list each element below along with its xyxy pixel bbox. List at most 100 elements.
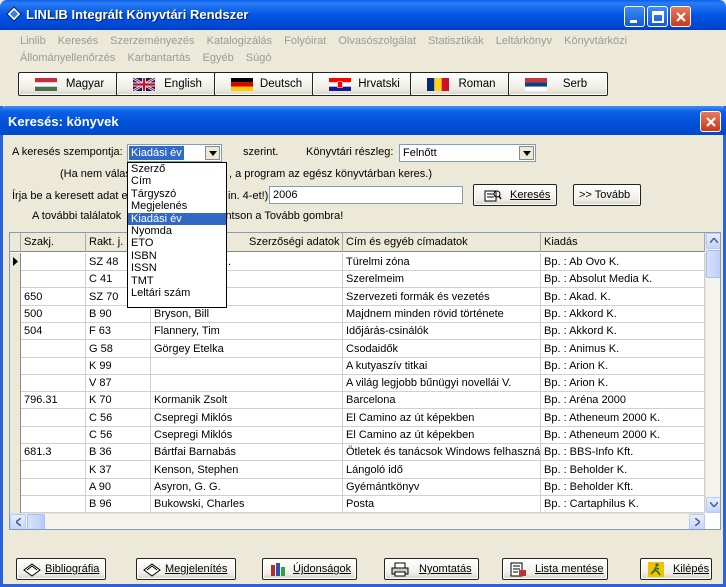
dropdown-option[interactable]: Leltári szám	[128, 287, 226, 299]
lang-deutsch-button[interactable]: Deutsch	[214, 72, 314, 96]
search-query-value: 2006	[273, 189, 298, 201]
save-list-label: Lista mentése	[535, 563, 604, 575]
criterion-select[interactable]: Kiadási év	[127, 144, 222, 162]
table-row[interactable]: SZ 48Ervin Lászla, R.Türelmi zónaBp. : A…	[10, 253, 705, 271]
horizontal-scrollbar[interactable]	[10, 513, 705, 529]
search-close-button[interactable]	[700, 111, 721, 132]
vertical-scroll-thumb[interactable]	[706, 250, 720, 278]
lang-label: Roman	[458, 78, 496, 90]
vertical-scrollbar[interactable]	[705, 233, 720, 513]
table-row[interactable]: V 87 A világ legjobb bűnügyi novellái V. B…	[10, 374, 705, 393]
lang-serb-button[interactable]: Serb	[508, 72, 608, 96]
close-icon	[676, 12, 686, 22]
print-button[interactable]: Nyomtatás	[384, 558, 479, 580]
criterion-dropdown-button[interactable]	[205, 146, 220, 160]
next-button[interactable]: >> Tovább	[573, 184, 641, 206]
bibliography-button[interactable]: Bibliográfia	[16, 558, 106, 580]
display-button[interactable]: Megjelenítés	[136, 558, 236, 580]
menu-karbantartas[interactable]: Karbantartás	[127, 52, 190, 64]
scroll-right-button[interactable]	[689, 514, 705, 529]
header-szakj[interactable]: Szakj.	[21, 233, 86, 252]
menu-allomanyellenorzes[interactable]: Állományellenőrzés	[20, 52, 115, 64]
cell-szakj	[21, 460, 86, 479]
bibliography-icon	[23, 563, 41, 577]
criterion-dropdown-list[interactable]: Szerző Cím Tárgyszó Megjelenés Kiadási év Nyo…	[127, 162, 227, 308]
menu-leltarkonyv[interactable]: Leltárkönyv	[496, 35, 552, 47]
cell-kiadas: Bp. : Atheneum 2000 K.	[541, 426, 705, 444]
save-list-icon	[510, 562, 526, 577]
horizontal-scroll-thumb[interactable]	[27, 514, 45, 529]
section-value: Felnőtt	[403, 147, 437, 159]
header-cim[interactable]: Cím és egyéb címadatok	[343, 233, 541, 252]
next-button-label: >> Tovább	[579, 189, 631, 201]
bibliography-label: Bibliográfia	[45, 563, 100, 575]
table-row[interactable]: G 58 Görgey Etelka Csodaidők Bp. : Animus K…	[10, 339, 705, 358]
dropdown-option[interactable]: ISSN	[128, 262, 226, 274]
cell-szerzo: Kormanik Zsolt	[151, 391, 343, 410]
menu-sugo[interactable]: Súgó	[246, 52, 272, 64]
menu-katalogizalas[interactable]: Katalogizálás	[207, 35, 272, 47]
section-dropdown-button[interactable]	[519, 146, 534, 160]
search-button[interactable]: Keresés	[473, 184, 557, 206]
exit-button[interactable]: Kilépés	[640, 558, 712, 580]
lang-hrvatski-button[interactable]: Hrvatski	[312, 72, 412, 96]
results-table[interactable]: Szakj. Rakt. j. Szerzőségi adatok Cím és…	[9, 232, 721, 530]
menu-kereses[interactable]: Keresés	[58, 35, 98, 47]
lang-magyar-button[interactable]: Magyar	[18, 72, 118, 96]
section-select[interactable]: Felnőtt	[399, 144, 536, 162]
lang-roman-button[interactable]: Roman	[410, 72, 510, 96]
news-button[interactable]: Újdonságok	[262, 558, 357, 580]
dropdown-option[interactable]: Megjelenés	[128, 200, 226, 212]
search-query-input[interactable]: 2006	[269, 186, 463, 204]
dropdown-option[interactable]: Cím	[128, 175, 226, 187]
table-row[interactable]: 504 F 63 Flannery, Tim Időjárás-csinálók Bp.…	[10, 322, 705, 341]
table-row[interactable]: K 99 A kutyaszív titkai Bp. : Arion K.	[10, 356, 705, 375]
cell-szakj	[21, 356, 86, 375]
table-row[interactable]: 796.31 K 70 Kormanik Zsolt Barcelona Bp. : A…	[10, 391, 705, 410]
table-row[interactable]: K 37 Kenson, Stephen Lángoló idő Bp. : Beho…	[10, 460, 705, 479]
display-label: Megjelenítés	[165, 563, 228, 575]
menu-konyvtarkozi[interactable]: Könyvtárközi	[564, 35, 627, 47]
dropdown-option[interactable]: TMT	[128, 275, 226, 287]
maximize-button[interactable]	[647, 6, 668, 27]
cell-cim: Időjárás-csinálók	[343, 322, 541, 341]
close-button[interactable]	[670, 6, 691, 27]
menu-szerzemenyezes[interactable]: Szerzeményezés	[110, 35, 194, 47]
row-indicator	[10, 460, 21, 479]
table-row[interactable]: A 90 Asyron, G. G. Gyémántkönyv Bp. : Behol…	[10, 477, 705, 496]
dropdown-option[interactable]: Kiadási év	[128, 212, 226, 225]
chevron-down-icon	[523, 151, 531, 156]
save-list-button[interactable]: Lista mentése	[502, 558, 608, 580]
dropdown-option[interactable]: Nyomda	[128, 225, 226, 237]
menu-olvasoszolgalat[interactable]: Olvasószolgálat	[338, 35, 416, 47]
cell-szerzo	[151, 374, 343, 393]
cell-kiadas: Bp. : Beholder Kft.	[541, 477, 705, 496]
scroll-left-button[interactable]	[10, 514, 26, 529]
menu-egyeb[interactable]: Egyéb	[203, 52, 234, 64]
dropdown-option[interactable]: ISBN	[128, 250, 226, 262]
menu-statisztikak[interactable]: Statisztikák	[428, 35, 484, 47]
dropdown-option[interactable]: Szerző	[128, 163, 226, 175]
scroll-down-button[interactable]	[706, 497, 720, 513]
table-row[interactable]: 500 B 90 Bryson, Bill Majdnem minden rövid …	[10, 304, 705, 323]
cell-szerzo: Flannery, Tim	[151, 322, 343, 341]
lang-english-button[interactable]: English	[116, 72, 216, 96]
lang-label: Hrvatski	[358, 78, 400, 90]
table-row[interactable]: B 96 Bukowski, Charles Posta Bp. : Cartaphi…	[10, 495, 705, 514]
table-row[interactable]: C 56 Csepregi Miklós El Camino az út képek…	[10, 426, 705, 444]
dropdown-option[interactable]: Tárgyszó	[128, 188, 226, 200]
table-row[interactable]: C 41 Szerelmeim Bp. : Absolut Media K.	[10, 270, 705, 289]
exit-icon	[648, 562, 664, 577]
table-row[interactable]: 681.3 B 36 Bártfai Barnabás Ötletek és taná…	[10, 443, 705, 462]
scroll-up-button[interactable]	[706, 233, 720, 249]
search-window: Keresés: könyvek A keresés szempontja: K…	[0, 106, 726, 587]
menu-linlib[interactable]: Linlib	[20, 35, 46, 47]
cell-szakj	[21, 477, 86, 496]
minimize-button[interactable]	[624, 6, 645, 27]
cell-kiadas: Bp. : Arion K.	[541, 374, 705, 393]
table-row[interactable]: C 56 Csepregi Miklós El Camino az út képek…	[10, 408, 705, 427]
header-kiadas[interactable]: Kiadás	[541, 233, 705, 252]
dropdown-option[interactable]: ETO	[128, 237, 226, 249]
table-row[interactable]: 650 SZ 70 Szervezeti formák és vezetés Bp. …	[10, 287, 705, 306]
menu-folyoirat[interactable]: Folyóirat	[284, 35, 326, 47]
